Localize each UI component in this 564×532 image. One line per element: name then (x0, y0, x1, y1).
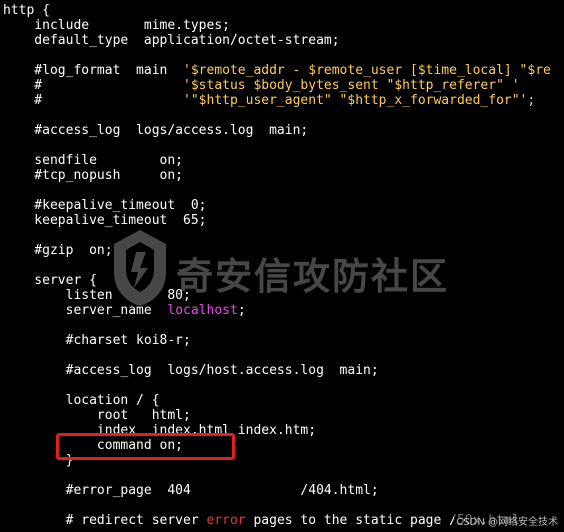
code-token: index index.html index.htm; (3, 423, 317, 438)
code-line: default_type application/octet-stream; (3, 33, 551, 48)
code-token: root html; (3, 408, 191, 423)
code-line: #tcp_nopush on; (3, 168, 551, 183)
code-line: index index.html index.htm; (3, 423, 551, 438)
code-line: http { (3, 3, 551, 18)
code-token: localhost (167, 303, 238, 318)
code-line: #keepalive_timeout 0; (3, 198, 551, 213)
code-token: default_type application/octet-stream; (3, 33, 340, 48)
code-line: } (3, 453, 551, 468)
code-token: #log_format main (3, 63, 184, 78)
code-token: server_name (3, 303, 168, 318)
code-token: '"$http_user_agent" "$http_x_forwarded_f… (183, 93, 536, 108)
code-line: location / { (3, 393, 551, 408)
code-line: include mime.types; (3, 18, 551, 33)
code-token: #keepalive_timeout 0; (3, 198, 207, 213)
code-line: # '"$http_user_agent" "$http_x_forwarded… (3, 93, 551, 108)
terminal-screen: http { include mime.types; default_type … (0, 0, 564, 532)
code-line: #charset koi8-r; (3, 333, 551, 348)
code-line: server_name localhost; (3, 303, 551, 318)
code-token: location / { (3, 393, 160, 408)
code-token: # (3, 78, 184, 93)
code-token: sendfile on; (3, 153, 184, 168)
code-token: #access_log logs/access.log main; (3, 123, 309, 138)
code-token: ; (237, 303, 246, 318)
code-line: sendfile on; (3, 153, 551, 168)
code-line: #log_format main '$remote_addr - $remote… (3, 63, 551, 78)
code-line: listen 80; (3, 288, 551, 303)
code-line: #access_log logs/access.log main; (3, 123, 551, 138)
code-token: command on; (3, 438, 184, 453)
code-line: server { (3, 273, 551, 288)
code-token: server { (3, 273, 97, 288)
code-token: error (206, 513, 246, 528)
code-token: '$status $body_bytes_sent "$http_referer… (183, 78, 520, 93)
code-line: command on; (3, 438, 551, 453)
code-token: # redirect server (3, 513, 207, 528)
credit-watermark: CSDN @网络安全技术 (454, 513, 560, 528)
code-token: #charset koi8-r; (3, 333, 191, 348)
nginx-config-code: http { include mime.types; default_type … (3, 3, 551, 528)
code-token: http { (3, 3, 50, 18)
code-token: #error_page 404 /404.html; (3, 483, 379, 498)
code-token: listen 80; (3, 288, 191, 303)
code-line: #error_page 404 /404.html; (3, 483, 551, 498)
code-token: } (3, 453, 74, 468)
code-token: keepalive_timeout 65; (3, 213, 207, 228)
code-line: # '$status $body_bytes_sent "$http_refer… (3, 78, 551, 93)
code-token: # (3, 93, 184, 108)
code-token: #tcp_nopush on; (3, 168, 184, 183)
code-line: #gzip on; (3, 243, 551, 258)
code-token: include mime.types; (3, 18, 230, 33)
code-line: keepalive_timeout 65; (3, 213, 551, 228)
code-line: #access_log logs/host.access.log main; (3, 363, 551, 378)
code-token: #access_log logs/host.access.log main; (3, 363, 379, 378)
code-token: #gzip on; (3, 243, 113, 258)
code-token: '$remote_addr - $remote_user [$time_loca… (183, 63, 551, 78)
code-line: root html; (3, 408, 551, 423)
